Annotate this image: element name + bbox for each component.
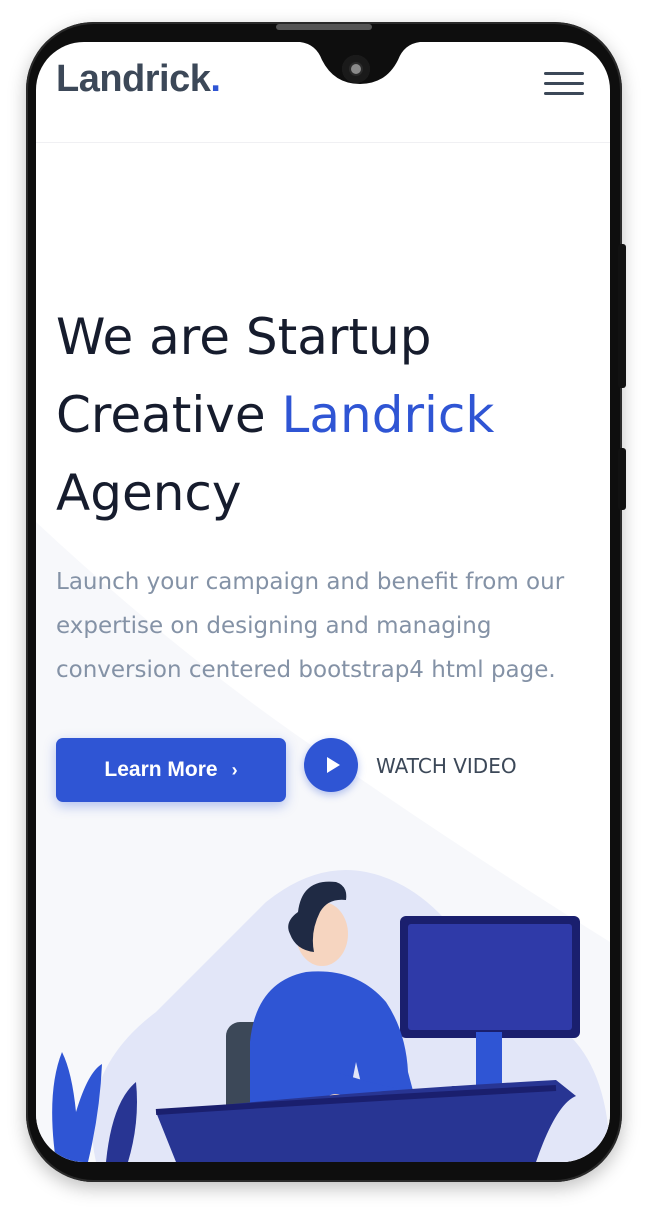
logo-text: Landrick (56, 58, 211, 100)
phone-side-button-bottom (618, 448, 626, 510)
hamburger-icon[interactable] (544, 70, 586, 98)
brand-logo[interactable]: Landrick. (56, 58, 221, 101)
logo-dot: . (210, 58, 221, 100)
hero-illustration (52, 870, 610, 1162)
phone-screen: Landrick. We are Startup Creative Landri… (36, 42, 610, 1162)
hero-headline: We are Startup Creative Landrick Agency (56, 298, 596, 532)
phone-speaker (276, 24, 372, 30)
headline-accent: Landrick (281, 386, 495, 444)
learn-more-label: Learn More (104, 758, 218, 781)
hero-description: Launch your campaign and benefit from ou… (56, 569, 565, 683)
learn-more-button[interactable]: Learn More › (56, 738, 286, 802)
headline-line-3: Agency (56, 464, 242, 522)
watch-video-link[interactable]: WATCH VIDEO (376, 754, 517, 778)
play-icon[interactable] (304, 738, 358, 792)
headline-line-2-plain: Creative (56, 386, 282, 444)
camera-icon (342, 55, 370, 83)
headline-line-2: Creative Landrick (56, 376, 596, 454)
phone-side-button-top (618, 244, 626, 388)
chevron-right-icon: › (231, 759, 238, 780)
headline-line-1: We are Startup (56, 308, 432, 366)
